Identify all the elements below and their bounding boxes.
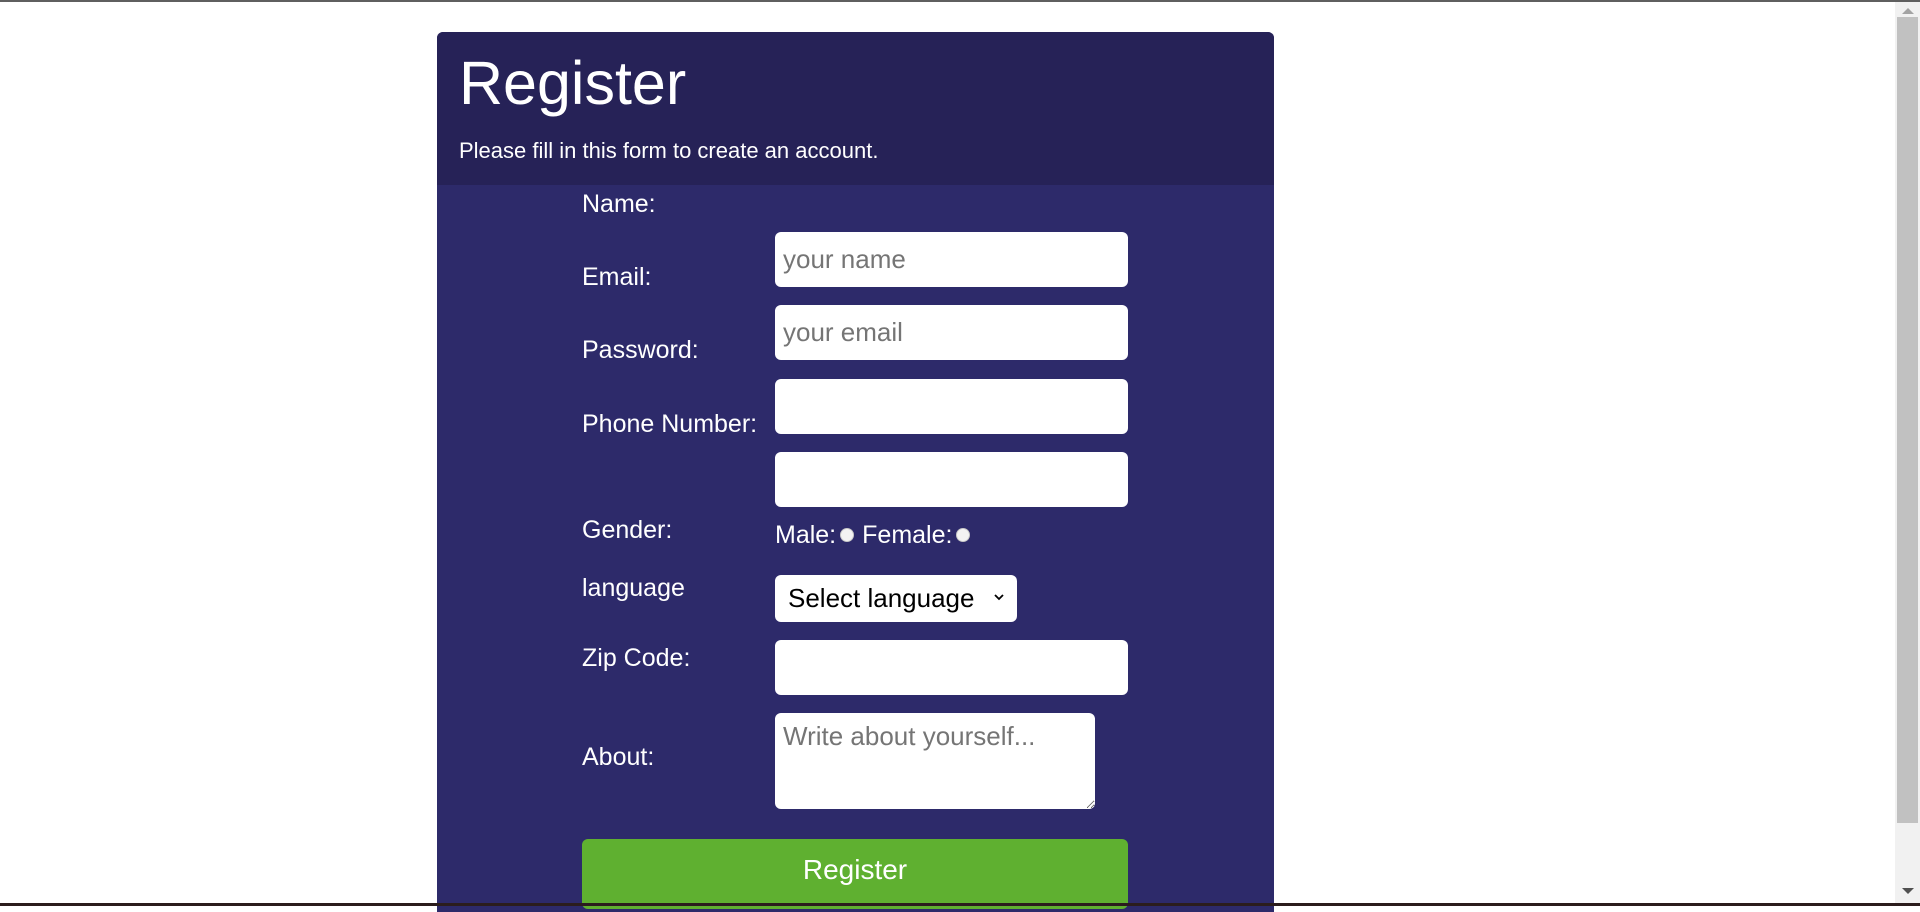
password-input[interactable]	[775, 379, 1128, 434]
password-label: Password:	[582, 336, 699, 364]
register-card: Register Please fill in this form to cre…	[437, 32, 1274, 912]
phone-label: Phone Number:	[582, 410, 758, 438]
phone-input[interactable]	[775, 452, 1128, 507]
about-textarea[interactable]	[775, 713, 1095, 809]
email-input[interactable]	[775, 305, 1128, 360]
gender-label: Gender:	[582, 516, 673, 544]
zip-input[interactable]	[775, 640, 1128, 695]
scroll-down-arrow-icon[interactable]	[1902, 888, 1914, 894]
gender-male-radio[interactable]	[840, 528, 855, 542]
gender-female-radio[interactable]	[956, 528, 971, 542]
language-select-value: Select language	[788, 583, 975, 613]
vertical-scrollbar[interactable]	[1895, 2, 1920, 903]
about-label: About:	[582, 743, 655, 771]
gender-male-label: Male:	[775, 521, 837, 549]
scrollbar-thumb[interactable]	[1897, 17, 1918, 823]
email-label: Email:	[582, 263, 652, 291]
language-label: language	[582, 574, 685, 602]
gender-female-label: Female:	[862, 521, 953, 549]
scroll-up-arrow-icon[interactable]	[1902, 8, 1914, 14]
page-title: Register	[459, 49, 687, 117]
language-select[interactable]: Select language	[775, 575, 1017, 622]
name-input[interactable]	[775, 232, 1128, 287]
window-top-border	[0, 0, 1920, 2]
chevron-down-icon	[994, 594, 1004, 601]
name-label: Name:	[582, 190, 656, 218]
gender-options: Male: Female:	[775, 520, 978, 550]
zip-label: Zip Code:	[582, 644, 691, 672]
page-subtitle: Please fill in this form to create an ac…	[459, 138, 879, 163]
card-header: Register Please fill in this form to cre…	[437, 32, 1274, 185]
register-button[interactable]: Register	[582, 839, 1128, 909]
